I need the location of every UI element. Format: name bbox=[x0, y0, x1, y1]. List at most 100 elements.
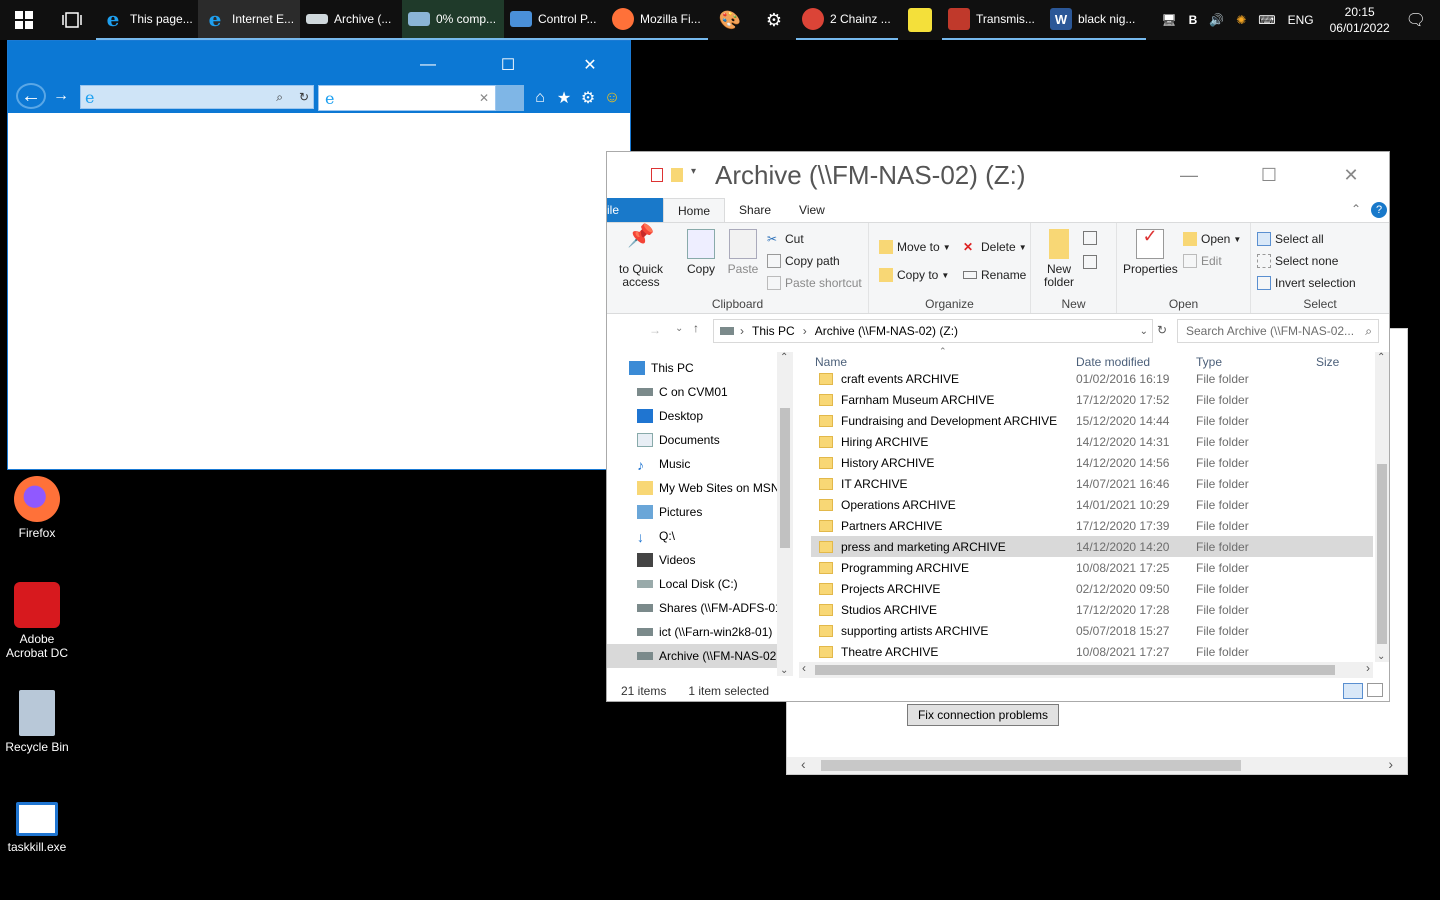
select-none-button[interactable]: Select none bbox=[1257, 251, 1338, 271]
ie-tab[interactable]: e ✕ bbox=[318, 85, 496, 111]
file-row[interactable]: Farnham Museum ARCHIVE 17/12/2020 17:52 Fi… bbox=[811, 389, 1373, 410]
tray-b-icon[interactable]: B bbox=[1189, 13, 1198, 27]
tab-close-icon[interactable]: ✕ bbox=[479, 91, 489, 105]
nav-pictures[interactable]: Pictures bbox=[607, 500, 793, 524]
file-row[interactable]: History ARCHIVE 14/12/2020 14:56 File fold… bbox=[811, 452, 1373, 473]
scroll-right-icon[interactable]: › bbox=[1388, 756, 1393, 772]
tab-home[interactable]: Home bbox=[663, 198, 726, 222]
properties-check-icon[interactable] bbox=[651, 168, 663, 182]
file-row[interactable]: Programming ARCHIVE 10/08/2021 17:25 File … bbox=[811, 557, 1373, 578]
help-icon[interactable]: ? bbox=[1371, 202, 1387, 218]
desktop-icon-firefox[interactable]: Firefox bbox=[0, 476, 74, 540]
new-tab-button[interactable] bbox=[496, 85, 524, 111]
paste-button[interactable]: Paste bbox=[721, 229, 765, 276]
taskbar-item-copy-progress[interactable]: 0% comp... bbox=[402, 0, 504, 40]
taskbar-item-firefox[interactable]: Mozilla Fi... bbox=[606, 0, 708, 40]
scroll-right-icon[interactable]: › bbox=[1366, 661, 1370, 675]
copy-to-button[interactable]: Copy to ▼ bbox=[879, 265, 949, 285]
delete-button[interactable]: ✕ Delete ▼ bbox=[963, 237, 1027, 257]
collapse-ribbon-icon[interactable]: ⌃ bbox=[1351, 202, 1361, 216]
cut-button[interactable]: ✂ Cut bbox=[767, 229, 804, 249]
file-row[interactable]: Projects ARCHIVE 02/12/2020 09:50 File fol… bbox=[811, 578, 1373, 599]
file-row[interactable]: craft events ARCHIVE 01/02/2016 16:19 File… bbox=[811, 368, 1373, 389]
tab-file[interactable]: ile bbox=[607, 198, 663, 222]
paste-shortcut-button[interactable]: Paste shortcut bbox=[767, 273, 862, 293]
taskbar-item-transmission[interactable]: Transmis... bbox=[942, 0, 1044, 40]
nav-local-disk[interactable]: Local Disk (C:) bbox=[607, 572, 793, 596]
desktop-icon-acrobat[interactable]: Adobe Acrobat DC bbox=[0, 582, 74, 660]
up-arrow-icon[interactable]: ↑ bbox=[693, 321, 699, 335]
qat-dropdown-icon[interactable]: ▾ bbox=[691, 166, 696, 177]
gear-icon[interactable]: ⚙ bbox=[576, 87, 600, 109]
refresh-icon[interactable]: ↻ bbox=[1157, 323, 1167, 337]
explorer-title-bar[interactable]: ▾ Archive (\\FM-NAS-02) (Z:) — ☐ ✕ bbox=[607, 152, 1389, 198]
task-view-button[interactable] bbox=[48, 0, 96, 40]
file-row[interactable]: Fundraising and Development ARCHIVE 15/12… bbox=[811, 410, 1373, 431]
nav-scrollbar[interactable]: ⌃ ⌄ bbox=[777, 352, 793, 676]
nav-documents[interactable]: Documents bbox=[607, 428, 793, 452]
file-row[interactable]: supporting artists ARCHIVE 05/07/2018 15:… bbox=[811, 620, 1373, 641]
address-dropdown-icon[interactable]: ⌄ bbox=[1140, 326, 1148, 337]
nav-this-pc[interactable]: This PC bbox=[607, 356, 793, 380]
maximize-button[interactable]: ☐ bbox=[1249, 162, 1289, 188]
properties-button[interactable]: ✓ Properties bbox=[1123, 227, 1178, 276]
refresh-icon[interactable]: ↻ bbox=[299, 90, 309, 104]
recent-dropdown-icon[interactable]: ⌄ bbox=[675, 323, 683, 334]
search-input[interactable]: Search Archive (\\FM-NAS-02... ⌕ bbox=[1177, 319, 1379, 343]
file-row[interactable]: Operations ARCHIVE 14/01/2021 10:29 File f… bbox=[811, 494, 1373, 515]
favorites-star-icon[interactable]: ★ bbox=[552, 87, 576, 109]
copy-path-button[interactable]: Copy path bbox=[767, 251, 840, 271]
start-button[interactable] bbox=[0, 0, 48, 40]
taskbar-item-control-panel[interactable]: Control P... bbox=[504, 0, 606, 40]
dialog-horizontal-scrollbar[interactable]: ‹ › bbox=[787, 756, 1407, 774]
notifications-icon[interactable]: 🗨 bbox=[1406, 10, 1426, 30]
taskbar-item-spongebob[interactable] bbox=[898, 0, 942, 40]
details-view-icon[interactable] bbox=[1343, 683, 1363, 699]
easy-access-icon[interactable] bbox=[1083, 255, 1097, 269]
scroll-down-icon[interactable]: ⌄ bbox=[1377, 651, 1385, 662]
taskbar-item-word[interactable]: Wblack nig... bbox=[1044, 0, 1146, 40]
ie-title-bar[interactable]: — ☐ ✕ ← → e ⌕ ↻ e ✕ ⌂ ★ ⚙ ☺ bbox=[8, 41, 630, 113]
taskbar-item-archive[interactable]: Archive (... bbox=[300, 0, 402, 40]
file-row[interactable]: IT ARCHIVE 14/07/2021 16:46 File folder bbox=[811, 473, 1373, 494]
scroll-up-icon[interactable]: ⌃ bbox=[1377, 352, 1385, 363]
close-button[interactable]: ✕ bbox=[570, 51, 610, 79]
close-button[interactable]: ✕ bbox=[1331, 162, 1371, 188]
keyboard-icon[interactable]: ⌨ bbox=[1258, 13, 1275, 27]
taskbar-item-paint[interactable]: 🎨 bbox=[708, 0, 752, 40]
move-to-button[interactable]: Move to ▼ bbox=[879, 237, 951, 257]
open-button[interactable]: Open ▼ bbox=[1183, 229, 1241, 249]
pin-quick-access-button[interactable]: 📌 to Quick access bbox=[603, 225, 679, 289]
tab-share[interactable]: Share bbox=[725, 198, 785, 222]
nav-archive[interactable]: Archive (\\FM-NAS-02 bbox=[607, 644, 793, 668]
nav-ict[interactable]: ict (\\Farn-win2k8-01) bbox=[607, 620, 793, 644]
nav-my-web-sites[interactable]: My Web Sites on MSN bbox=[607, 476, 793, 500]
file-row[interactable]: press and marketing ARCHIVE 14/12/2020 14… bbox=[811, 536, 1373, 557]
file-list-horizontal-scrollbar[interactable]: ‹ › bbox=[799, 661, 1373, 678]
scroll-thumb[interactable] bbox=[821, 760, 1241, 771]
nav-c-on-cvm01[interactable]: C on CVM01 bbox=[607, 380, 793, 404]
file-list-vertical-scrollbar[interactable]: ⌃ ⌄ bbox=[1375, 352, 1389, 662]
taskbar-item-settings[interactable]: ⚙ bbox=[752, 0, 796, 40]
invert-selection-button[interactable]: Invert selection bbox=[1257, 273, 1356, 293]
file-row[interactable]: Partners ARCHIVE 17/12/2020 17:39 File fol… bbox=[811, 515, 1373, 536]
large-icons-view-icon[interactable] bbox=[1367, 683, 1383, 697]
nav-music[interactable]: ♪ Music bbox=[607, 452, 793, 476]
scroll-left-icon[interactable]: ‹ bbox=[802, 661, 806, 675]
taskbar-item-internet-explorer[interactable]: e Internet E... bbox=[198, 0, 300, 40]
address-box[interactable]: › This PC › Archive (\\FM-NAS-02) (Z:) ⌄ bbox=[713, 319, 1153, 343]
minimize-button[interactable]: — bbox=[1169, 162, 1209, 188]
home-icon[interactable]: ⌂ bbox=[528, 87, 552, 109]
nav-shares[interactable]: Shares (\\FM-ADFS-01 bbox=[607, 596, 793, 620]
tab-view[interactable]: View bbox=[785, 198, 839, 222]
file-row[interactable]: Studios ARCHIVE 17/12/2020 17:28 File fold… bbox=[811, 599, 1373, 620]
sun-icon[interactable]: ✺ bbox=[1236, 13, 1246, 27]
taskbar-item-ie-page[interactable]: e This page... bbox=[96, 0, 198, 40]
taskbar-item-chrome[interactable]: 2 Chainz ... bbox=[796, 0, 898, 40]
new-folder-qat-icon[interactable] bbox=[671, 168, 683, 182]
fix-connection-button[interactable]: Fix connection problems bbox=[907, 704, 1059, 726]
smiley-icon[interactable]: ☺ bbox=[600, 87, 624, 109]
breadcrumb-current[interactable]: Archive (\\FM-NAS-02) (Z:) bbox=[815, 324, 958, 338]
ie-address-bar[interactable]: e ⌕ ↻ bbox=[80, 85, 314, 109]
forward-button[interactable]: → bbox=[46, 83, 76, 109]
